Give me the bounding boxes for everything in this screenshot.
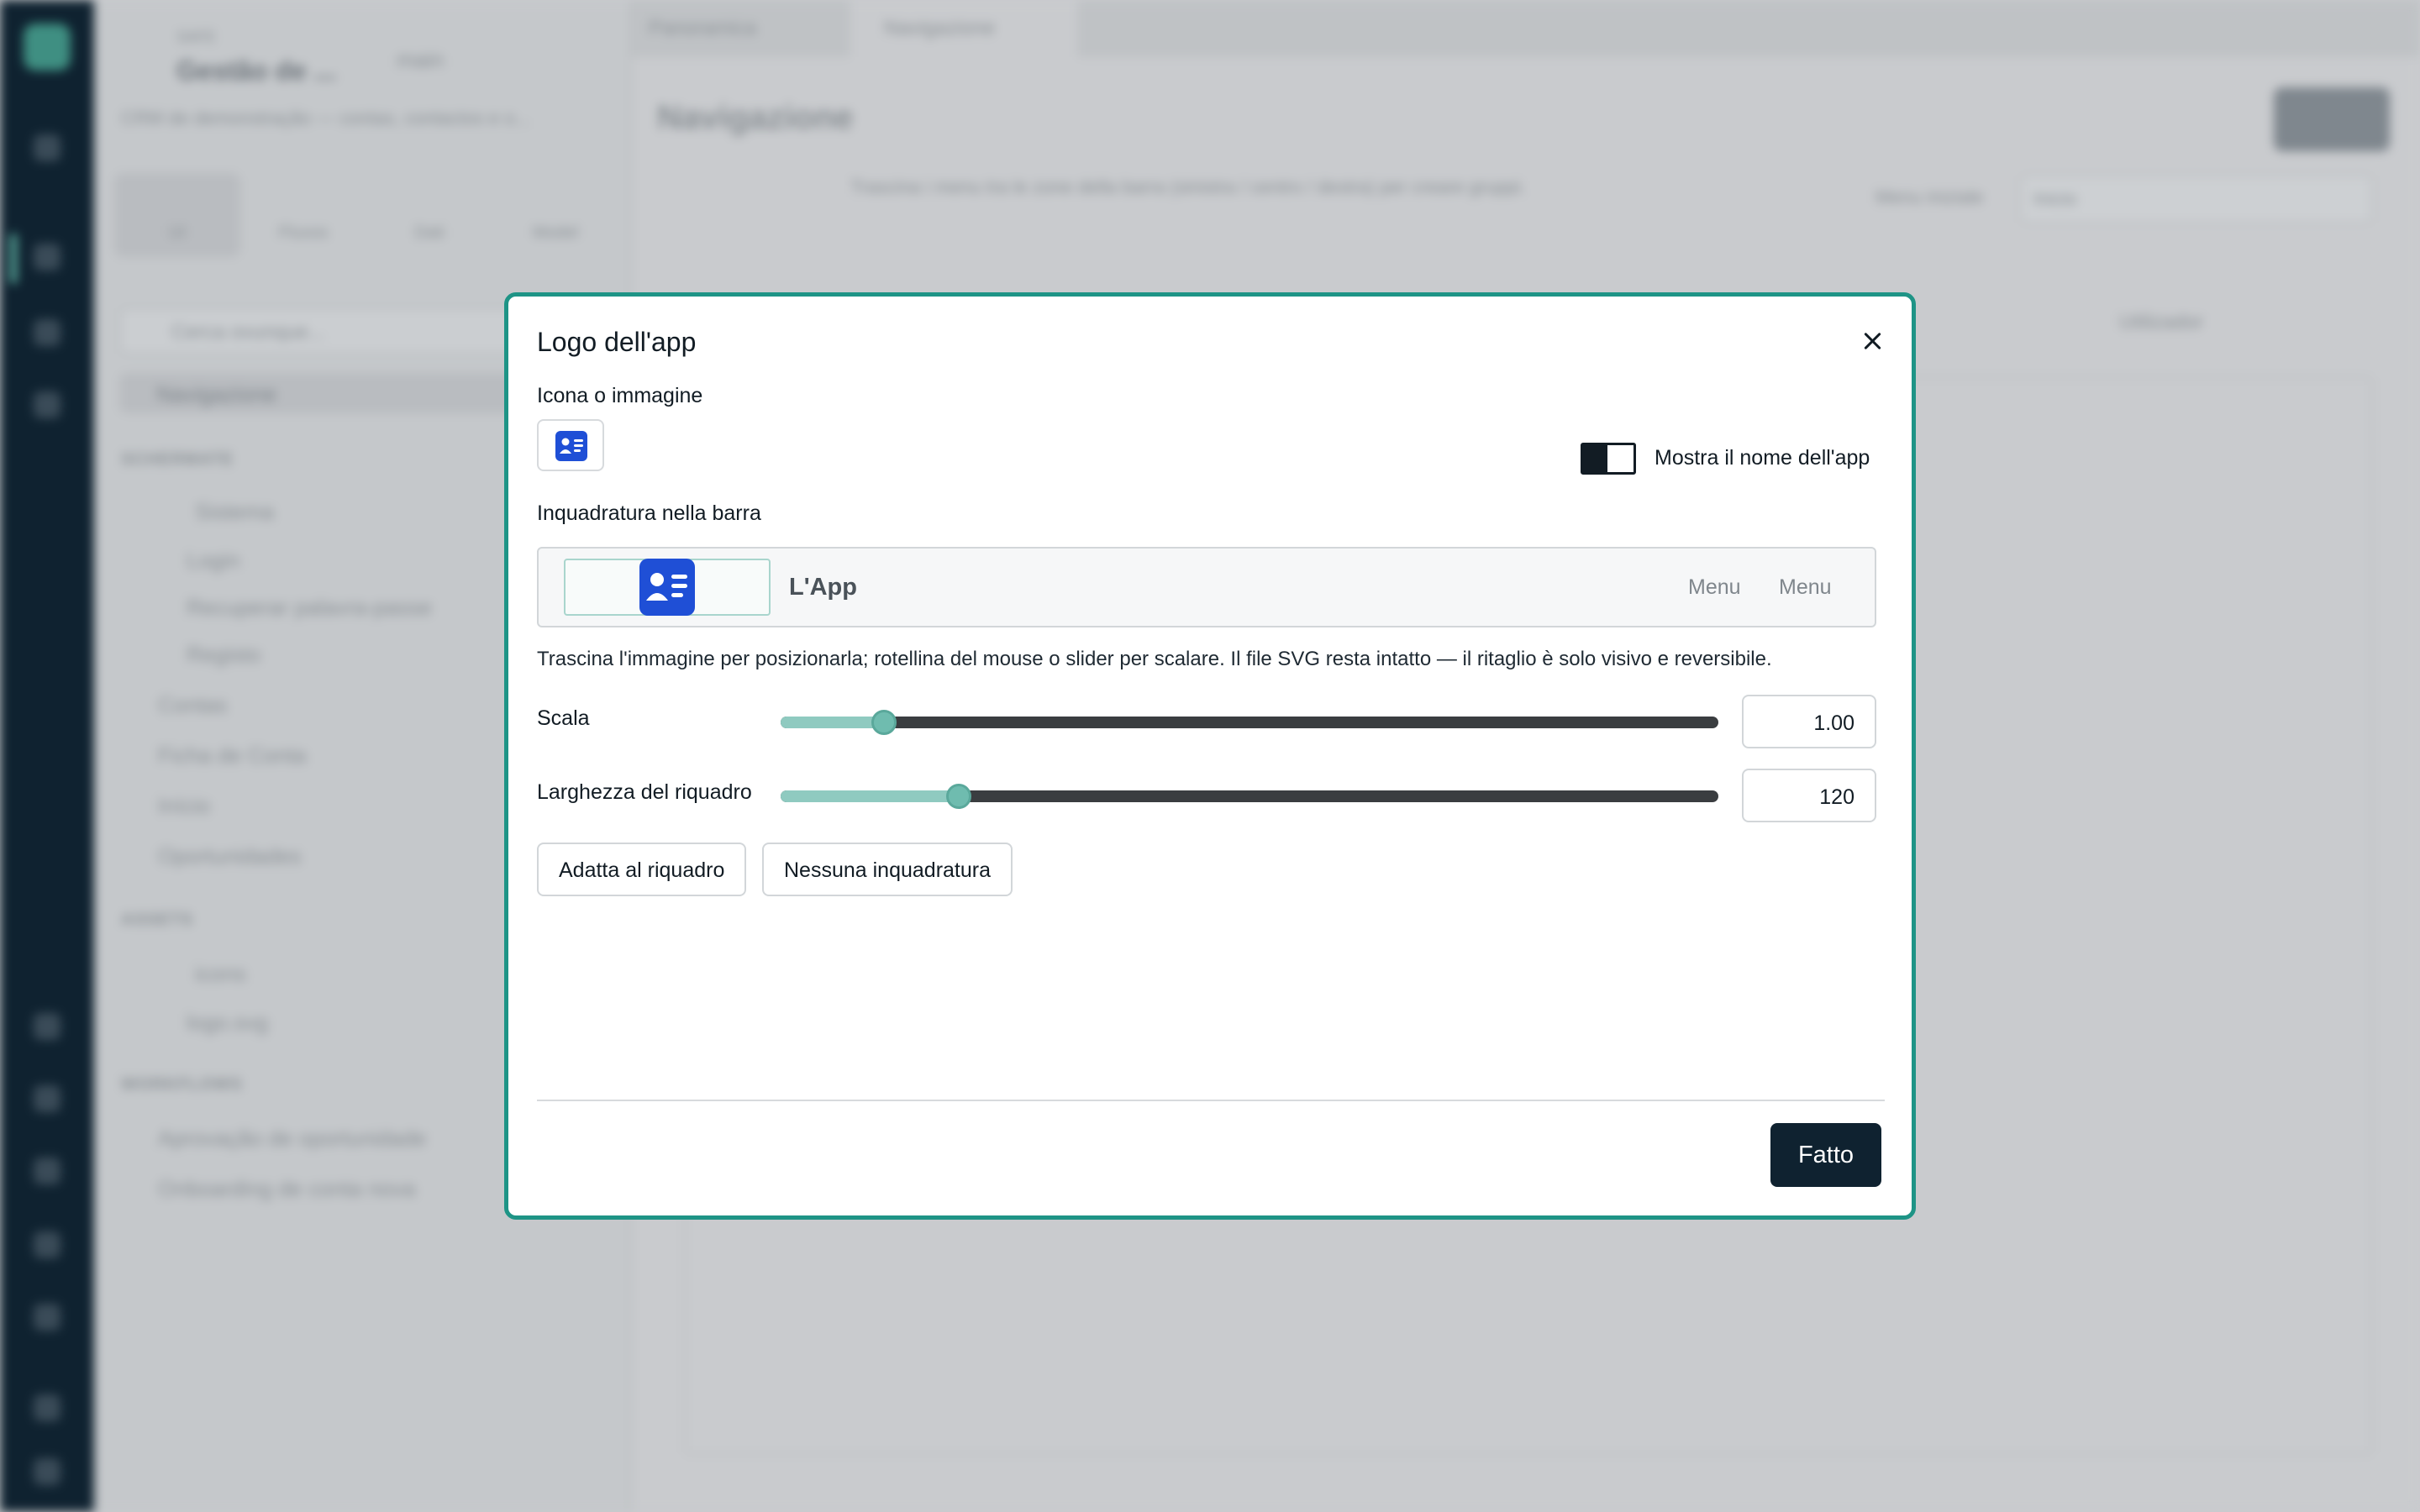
footer-divider — [537, 1100, 1885, 1101]
tree-item[interactable]: Ficha de Conta — [158, 743, 306, 769]
app-logo — [24, 24, 71, 71]
frame-section-label: Inquadratura nella barra — [537, 501, 761, 525]
scale-input[interactable]: 1.00 — [1742, 695, 1876, 748]
toggle-knob — [1583, 445, 1607, 472]
crop-hint: Trascina l'immagine per posizionarla; ro… — [537, 648, 1772, 670]
section-screens: SCHERMATE — [121, 450, 234, 469]
icon-picker-button[interactable] — [537, 419, 604, 471]
plus-icon[interactable] — [34, 391, 60, 418]
page-title: Navigazione — [657, 99, 854, 136]
tree-item[interactable]: Contas — [158, 692, 227, 718]
sidebar-tabs: UI Fluxos Dati Model — [114, 173, 618, 257]
save-button[interactable] — [2274, 87, 2390, 151]
tree-item[interactable]: Sistema — [195, 499, 274, 525]
preview-menu-item: Menu — [1688, 575, 1741, 599]
slider-fill — [781, 717, 884, 728]
tree-item[interactable]: Oportunidades — [158, 843, 302, 869]
section-assets: ASSETS — [121, 911, 194, 929]
tree-item[interactable]: Início — [158, 793, 210, 819]
slider-thumb[interactable] — [946, 784, 972, 809]
app-rail — [0, 0, 94, 1512]
tab-flows[interactable]: Fluxos — [240, 173, 366, 257]
no-frame-button[interactable]: Nessuna inquadratura — [762, 843, 1013, 896]
tree-item[interactable]: Recuperar palavra-passe — [187, 595, 432, 621]
rail-active-indicator — [10, 234, 17, 284]
contact-card-icon — [555, 431, 587, 461]
initial-menu-select[interactable]: Inicio — [2020, 175, 2373, 223]
download-icon[interactable] — [34, 1231, 60, 1258]
section-workflows: WORKFLOWS — [121, 1075, 243, 1094]
frame-width-slider[interactable] — [781, 784, 1718, 809]
app-kind: SAFE — [176, 29, 217, 45]
box-icon[interactable] — [34, 1304, 60, 1331]
tree-item[interactable]: Registo — [187, 642, 260, 668]
show-app-name-toggle[interactable] — [1581, 443, 1636, 475]
preview-app-name: L'App — [789, 574, 857, 601]
frame-width-input[interactable]: 120 — [1742, 769, 1876, 822]
people-icon[interactable] — [34, 1085, 60, 1112]
dialog-title: Logo dell'app — [537, 327, 697, 357]
tree-item[interactable]: Aprovação de oportunidade — [158, 1126, 426, 1152]
initial-menu-label: Menu iniziale — [1876, 186, 1984, 207]
logo-dialog: Logo dell'app Icona o immagine Mostra il… — [504, 292, 1916, 1220]
scale-slider[interactable] — [781, 710, 1718, 735]
toolbar-hint: Trascina i menu tra le zone della barra … — [850, 176, 1526, 197]
bar-preview: L'App Menu Menu — [537, 547, 1876, 627]
tab-ui[interactable]: UI — [114, 173, 240, 257]
user-dropdown[interactable]: Utilizador — [2119, 311, 2203, 334]
fit-to-frame-button[interactable]: Adatta al riquadro — [537, 843, 747, 896]
tab-bar: Panoramica Navigazione — [632, 0, 2420, 57]
tree-item[interactable]: Onboarding de conta nova — [158, 1176, 415, 1202]
logout-icon[interactable] — [34, 1458, 60, 1485]
show-app-name-label: Mostra il nome dell'app — [1655, 446, 1870, 470]
grid-icon[interactable] — [34, 134, 60, 161]
crop-frame[interactable] — [564, 559, 771, 616]
tab-overview[interactable]: Panoramica — [649, 17, 756, 40]
tree-item[interactable]: Login — [187, 548, 240, 574]
slider-fill — [781, 790, 960, 802]
contact-card-icon[interactable] — [639, 559, 695, 616]
tree-item[interactable]: icons — [195, 961, 246, 987]
branch-selector[interactable]: main — [397, 47, 444, 73]
tab-model[interactable]: Model — [492, 173, 618, 257]
rocket-icon[interactable] — [34, 319, 60, 346]
tab-navigation[interactable]: Navigazione — [850, 0, 1077, 57]
rocket-icon[interactable] — [34, 1013, 60, 1040]
done-button[interactable]: Fatto — [1770, 1123, 1881, 1187]
slider-thumb[interactable] — [871, 710, 897, 735]
tab-data[interactable]: Dati — [366, 173, 492, 257]
user-icon[interactable] — [34, 244, 60, 270]
icon-section-label: Icona o immagine — [537, 384, 703, 407]
app-title: Gestão de ... — [176, 55, 337, 86]
tree-item[interactable]: logo.svg — [187, 1010, 268, 1036]
app-description: CRM de demonstração — contas, contactos … — [121, 108, 530, 129]
settings-icon[interactable] — [34, 1394, 60, 1421]
frame-width-label: Larghezza del riquadro — [537, 780, 752, 804]
key-icon[interactable] — [34, 1158, 60, 1184]
scale-label: Scala — [537, 706, 590, 730]
close-icon[interactable] — [1858, 327, 1888, 357]
preview-menu-item: Menu — [1779, 575, 1832, 599]
